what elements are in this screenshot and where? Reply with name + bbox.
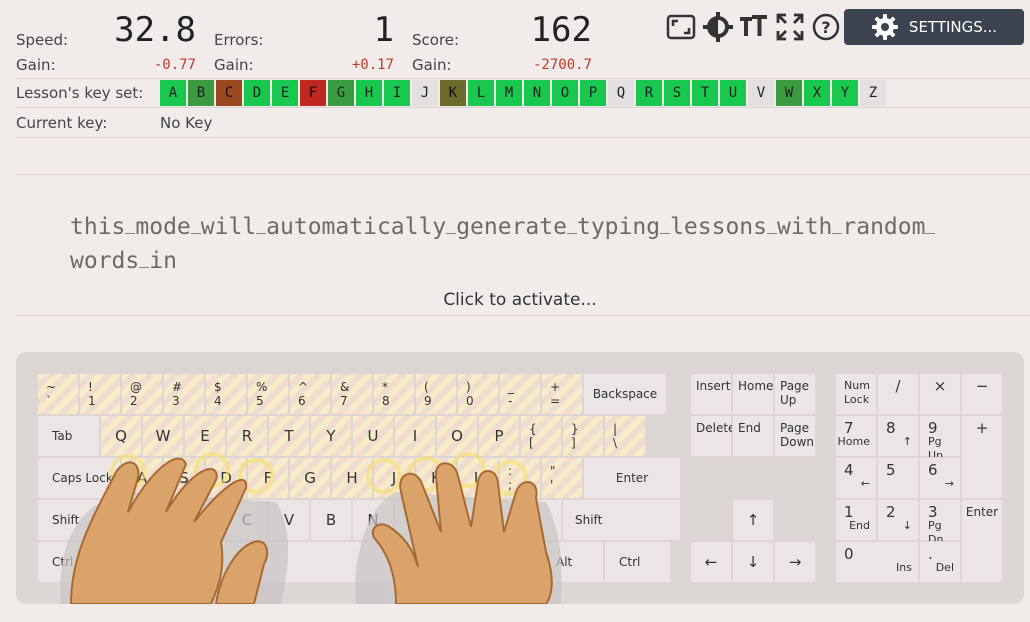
lesson-text[interactable]: this mode will automatically generate typing l… — [70, 210, 970, 278]
speed-gain-value: -0.77 — [153, 57, 196, 73]
hands-overlay — [60, 452, 562, 604]
score-gain-label: Gain: — [412, 56, 452, 74]
keyset-key-x: X — [804, 80, 830, 106]
keyset-key-d: D — [244, 80, 270, 106]
keyset-key-k: K — [440, 80, 466, 106]
text-size-icon[interactable] — [738, 11, 770, 43]
lesson-word: automatically — [266, 214, 447, 240]
keyset-key-i: I — [384, 80, 410, 106]
keyset-key-o: O — [552, 80, 578, 106]
theme-icon[interactable] — [702, 11, 734, 43]
settings-button[interactable]: SETTINGS... — [844, 9, 1024, 45]
lesson-word: in — [149, 248, 177, 274]
layout-icon[interactable] — [665, 11, 697, 43]
keyset-key-w: W — [776, 80, 802, 106]
current-key-value: No Key — [160, 114, 213, 132]
space-marker — [767, 216, 777, 234]
keyset-key-h: H — [356, 80, 382, 106]
click-to-activate[interactable]: Click to activate... — [0, 290, 1030, 310]
lesson-word: will — [200, 214, 257, 240]
settings-label: SETTINGS... — [908, 18, 998, 36]
lesson-word: this — [70, 214, 126, 240]
keyset-key-y: Y — [832, 80, 858, 106]
speed-label: Speed: — [16, 31, 69, 49]
keyset-key-t: T — [692, 80, 718, 106]
help-icon[interactable]: ? — [810, 11, 842, 43]
space-marker — [566, 216, 577, 234]
keyset-key-e: E — [272, 80, 298, 106]
score-value: 162 — [530, 10, 592, 50]
lesson-word: with — [777, 214, 833, 240]
lesson-word: random — [842, 214, 926, 240]
keyset-key-s: S — [664, 80, 690, 106]
space-marker — [125, 216, 136, 234]
keyset-label: Lesson's key set: — [16, 84, 144, 102]
keyset-key-c: C — [216, 80, 242, 106]
errors-gain-label: Gain: — [214, 56, 254, 74]
lesson-word: words — [70, 248, 140, 274]
keyset-key-p: P — [580, 80, 606, 106]
keyset-key-g: G — [328, 80, 354, 106]
lesson-word: mode — [135, 214, 191, 240]
space-marker — [660, 216, 671, 234]
space-marker — [139, 250, 150, 268]
keyset-key-f: F — [300, 80, 326, 106]
keyset-key-j: J — [412, 80, 438, 106]
speed-value: 32.8 — [114, 10, 196, 50]
keyset-key-n: N — [524, 80, 550, 106]
keyset-key-l: L — [468, 80, 494, 106]
space-marker — [832, 216, 843, 234]
keyset-key-u: U — [720, 80, 746, 106]
space-marker — [925, 216, 936, 234]
keyset-key-q: Q — [608, 80, 634, 106]
space-marker — [446, 216, 457, 234]
current-key-label: Current key: — [16, 114, 108, 132]
keyset-key-a: A — [160, 80, 186, 106]
errors-label: Errors: — [214, 31, 264, 49]
space-marker — [190, 216, 201, 234]
keyset-key-z: Z — [860, 80, 886, 106]
errors-gain-value: +0.17 — [351, 57, 394, 73]
keyset-key-m: M — [496, 80, 522, 106]
keyset-key-b: B — [188, 80, 214, 106]
fullscreen-icon[interactable] — [774, 11, 806, 43]
keyset-key-v: V — [748, 80, 774, 106]
score-gain-value: -2700.7 — [532, 57, 592, 73]
errors-value: 1 — [373, 10, 394, 50]
svg-text:?: ? — [821, 18, 830, 37]
virtual-keyboard: ~ `! 1 @2 #3 $4% 5 ^ 6 & 7 * 8(9) 0 _ - + = Backspace Tab Q W… — [16, 352, 1024, 604]
space-marker — [256, 216, 267, 234]
lesson-word: typing — [576, 214, 661, 240]
lesson-word: lessons — [670, 214, 767, 240]
lesson-word: generate — [456, 214, 567, 240]
gear-icon — [871, 14, 898, 40]
lesson-key-set: ABCDEFGHIJKLMNOPQRSTUVWXYZ — [160, 80, 888, 106]
speed-gain-label: Gain: — [16, 56, 56, 74]
score-label: Score: — [412, 31, 460, 49]
keyset-key-r: R — [636, 80, 662, 106]
